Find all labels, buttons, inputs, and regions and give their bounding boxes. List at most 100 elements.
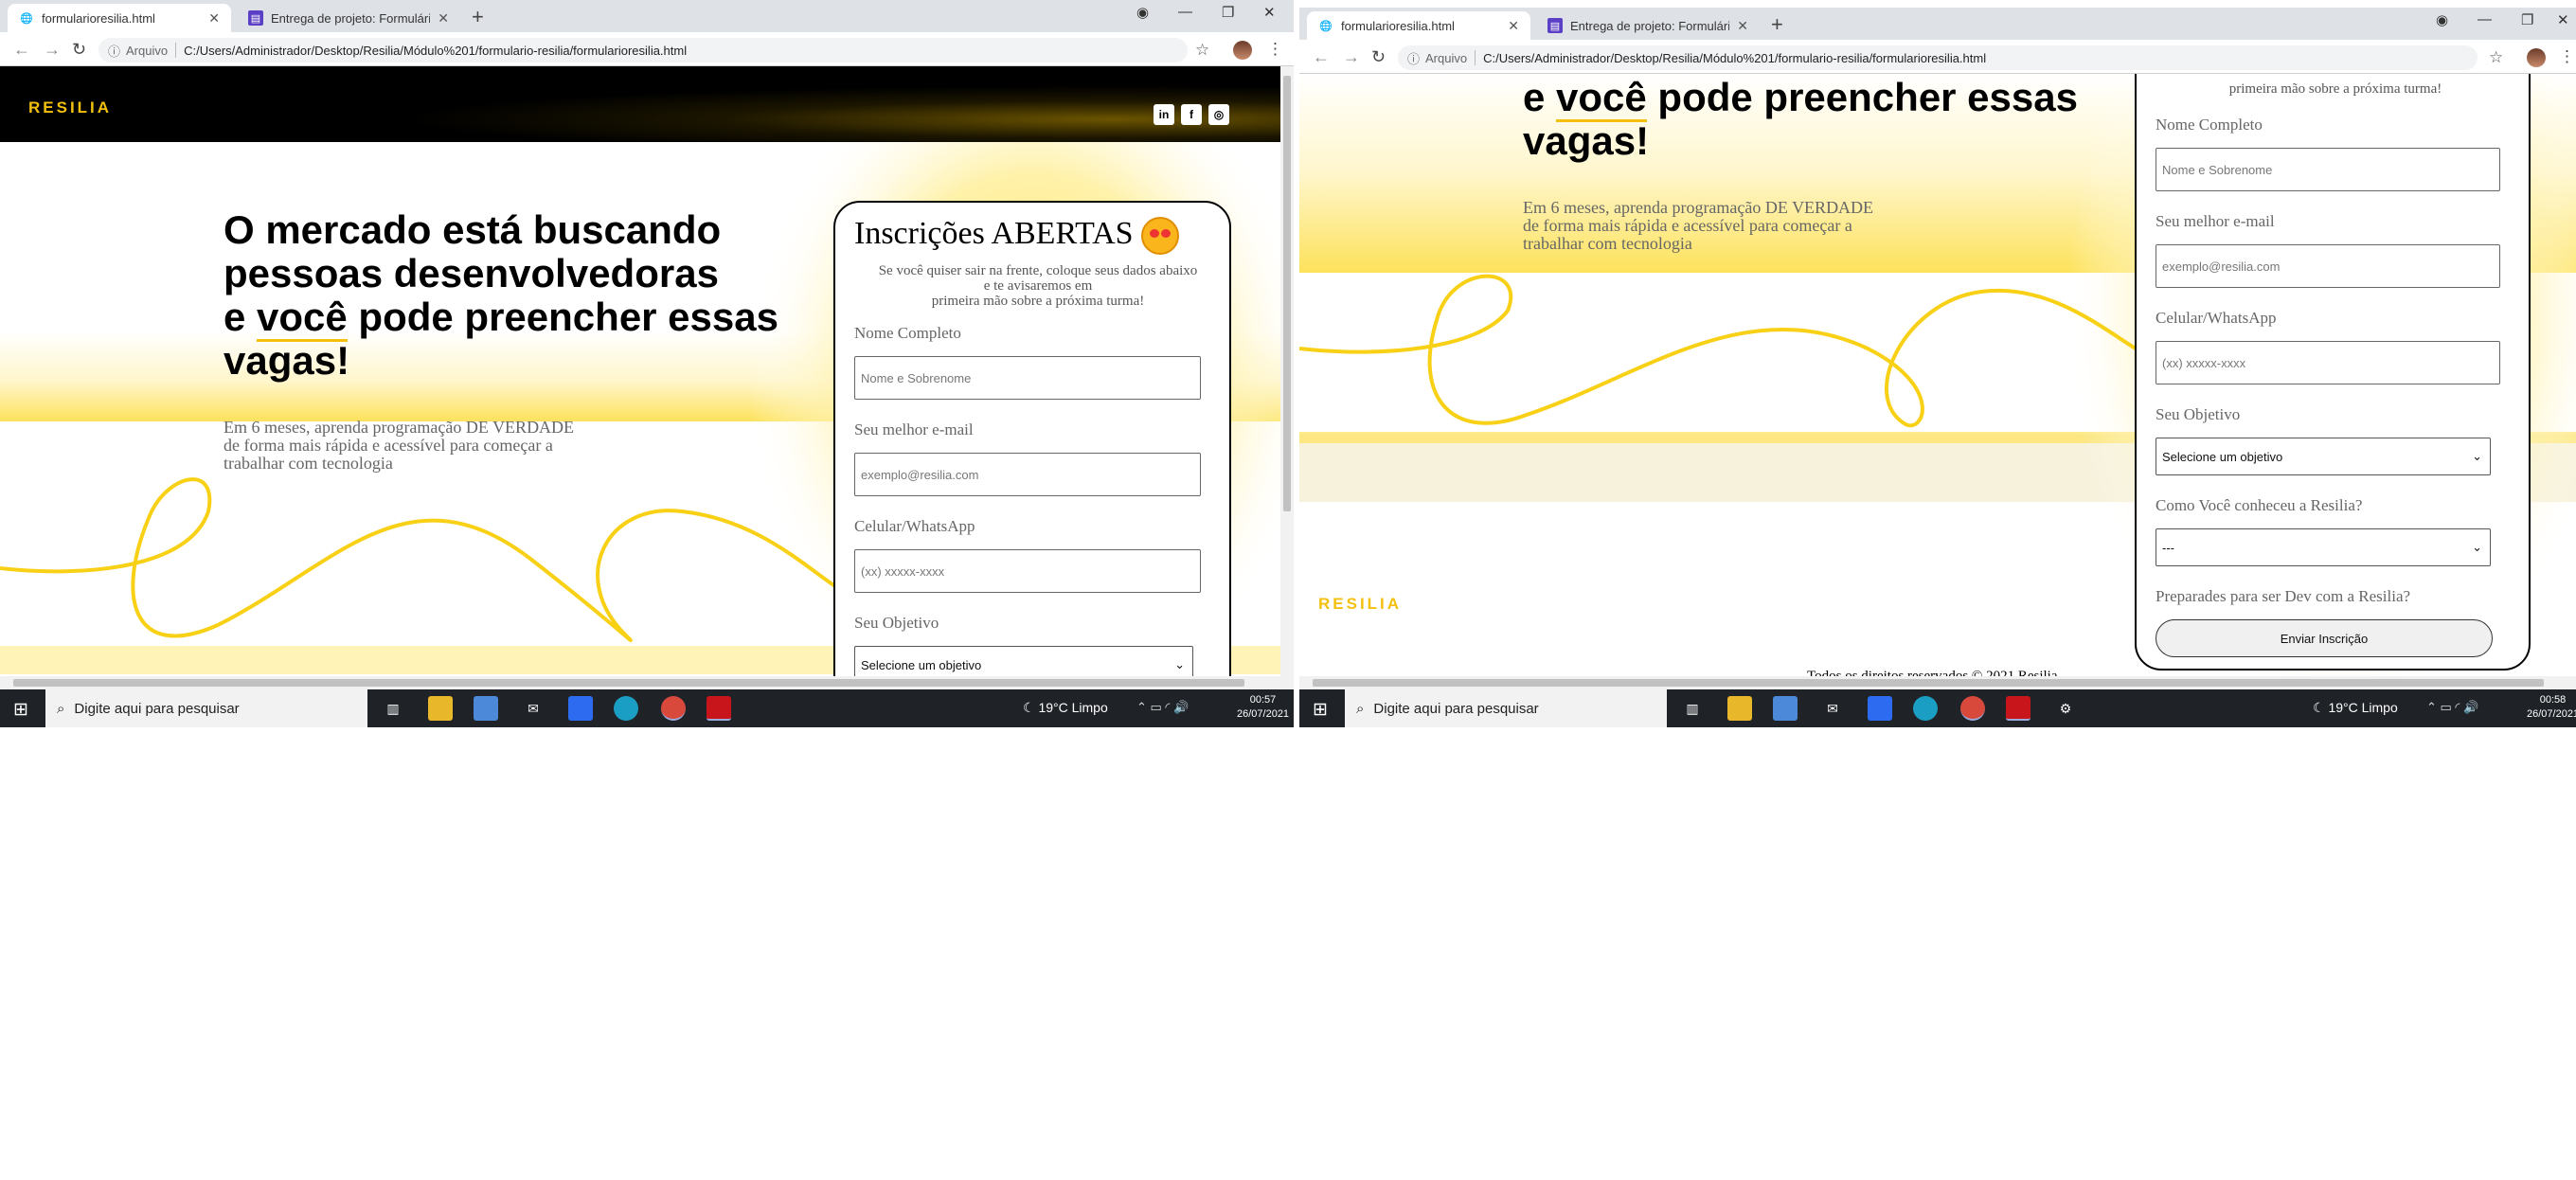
divider — [1475, 50, 1476, 65]
hero-fragment: pode preencher essas — [1646, 75, 2078, 119]
search-placeholder: Digite aqui para pesquisar — [74, 700, 240, 717]
store-icon[interactable] — [1773, 696, 1798, 721]
scroll-thumb[interactable] — [1313, 679, 2544, 687]
goal-label: Seu Objetivo — [2156, 405, 2241, 423]
profile-avatar[interactable] — [1233, 41, 1252, 60]
store-icon[interactable] — [474, 696, 498, 721]
taskbar-search[interactable]: ⌕ Digite aqui para pesquisar — [45, 689, 367, 727]
restore-icon[interactable]: ❐ — [1222, 4, 1234, 21]
source-select[interactable]: --- ⌄ — [2156, 528, 2491, 566]
menu-kebab-icon[interactable]: ⋮ — [1267, 40, 1283, 59]
zoom-icon[interactable] — [1868, 696, 1892, 721]
url-field[interactable]: ⓘ Arquivo C:/Users/Administrador/Desktop… — [98, 38, 1188, 63]
bookmark-star-icon[interactable]: ☆ — [2489, 48, 2503, 67]
clock[interactable]: 00:57 26/07/2021 — [1237, 693, 1289, 722]
phone-field[interactable]: (xx) xxxxx-xxxx — [854, 549, 1201, 593]
chrome-icon[interactable] — [1960, 696, 1985, 721]
windows-start-icon[interactable]: ⊞ — [1313, 699, 1328, 721]
weather-widget[interactable]: ☾ 19°C Limpo — [2313, 700, 2398, 716]
horizontal-scrollbar[interactable] — [0, 676, 1294, 689]
hero-fragment: pode preencher essas — [347, 295, 778, 339]
email-field[interactable]: exemplo@resilia.com — [2156, 244, 2500, 288]
footer-logo[interactable]: RESILIA — [1318, 595, 1402, 614]
chrome-icon[interactable] — [661, 696, 686, 721]
profile-avatar[interactable] — [2527, 48, 2546, 67]
gear-app-icon[interactable]: ⚙ — [2053, 696, 2078, 721]
task-view-icon[interactable]: ▥ — [1680, 696, 1705, 721]
info-icon[interactable]: ⓘ — [1407, 49, 1420, 67]
url-field[interactable]: ⓘ Arquivo C:/Users/Administrador/Desktop… — [1398, 45, 2478, 70]
subtitle-line: trabalhar com tecnologia — [1523, 234, 1692, 253]
tab-entrega-projeto[interactable]: ▤ Entrega de projeto: Formulário R ✕ — [1536, 11, 1760, 40]
instagram-icon[interactable]: ◎ — [1208, 104, 1229, 125]
reload-icon[interactable]: ↻ — [1371, 47, 1386, 67]
edge-icon[interactable] — [614, 696, 638, 721]
forward-icon[interactable]: → — [44, 40, 61, 60]
task-view-icon[interactable]: ▥ — [381, 696, 405, 721]
new-tab-icon[interactable]: + — [472, 5, 484, 29]
weather-widget[interactable]: ☾ 19°C Limpo — [1023, 700, 1108, 716]
close-tab-icon[interactable]: ✕ — [438, 10, 449, 27]
form-description: primeira mão sobre a próxima turma! — [2228, 81, 2442, 97]
reload-icon[interactable]: ↻ — [72, 40, 86, 60]
tab-strip: 🌐 formularioresilia.html ✕ ▤ Entrega de … — [1299, 8, 2576, 40]
edge-icon[interactable] — [1913, 696, 1938, 721]
back-icon[interactable]: ← — [1313, 47, 1330, 67]
acrobat-icon[interactable] — [2006, 696, 2030, 721]
menu-kebab-icon[interactable]: ⋮ — [2559, 47, 2575, 66]
phone-field[interactable]: (xx) xxxxx-xxxx — [2156, 341, 2500, 384]
form-title-text: Inscrições ABERTAS — [854, 216, 1134, 251]
yellow-swirl — [1299, 274, 2153, 428]
subtitle-line: Em 6 meses, aprenda programação DE VERDA… — [224, 418, 575, 437]
close-tab-icon[interactable]: ✕ — [1737, 18, 1748, 34]
desc-line: Se você quiser sair na frente, coloque s… — [878, 263, 1198, 278]
name-field[interactable]: Nome e Sobrenome — [2156, 148, 2500, 191]
linkedin-icon[interactable]: in — [1154, 104, 1174, 125]
tab-formularioresilia[interactable]: 🌐 formularioresilia.html ✕ — [8, 4, 231, 32]
tab-formularioresilia[interactable]: 🌐 formularioresilia.html ✕ — [1307, 11, 1530, 40]
vertical-scrollbar[interactable] — [1280, 66, 1294, 676]
horizontal-scrollbar[interactable] — [1299, 676, 2576, 689]
back-icon[interactable]: ← — [13, 40, 30, 60]
email-label: Seu melhor e-mail — [2156, 212, 2275, 230]
tab-entrega-projeto[interactable]: ▤ Entrega de projeto: Formulário R ✕ — [237, 4, 460, 32]
windows-start-icon[interactable]: ⊞ — [13, 699, 28, 721]
bookmark-star-icon[interactable]: ☆ — [1195, 41, 1209, 60]
scroll-thumb[interactable] — [13, 679, 1244, 687]
mail-icon[interactable]: ✉ — [1820, 696, 1845, 721]
facebook-icon[interactable]: f — [1181, 104, 1202, 125]
media-icon[interactable]: ◉ — [2436, 11, 2448, 28]
acrobat-icon[interactable] — [707, 696, 731, 721]
search-placeholder: Digite aqui para pesquisar — [1373, 700, 1539, 717]
clock-date: 26/07/2021 — [1237, 708, 1290, 720]
clock[interactable]: 00:58 26/07/2021 — [2527, 693, 2576, 722]
chevron-down-icon: ⌄ — [2472, 449, 2482, 463]
scroll-thumb[interactable] — [1283, 76, 1291, 511]
file-explorer-icon[interactable] — [1727, 696, 1752, 721]
restore-icon[interactable]: ❐ — [2521, 11, 2533, 28]
minimize-icon[interactable]: — — [2478, 11, 2492, 27]
close-tab-icon[interactable]: ✕ — [1508, 18, 1519, 34]
email-field[interactable]: exemplo@resilia.com — [854, 453, 1201, 496]
form-title: Inscrições ABERTAS — [854, 216, 1180, 256]
new-tab-icon[interactable]: + — [1771, 12, 1783, 37]
hero-subtitle: Em 6 meses, aprenda programação DE VERDA… — [224, 419, 640, 473]
logo[interactable]: RESILIA — [28, 98, 112, 117]
info-icon[interactable]: ⓘ — [108, 42, 120, 60]
system-tray-icons[interactable]: ⌃ ▭ ◜ 🔊 — [1136, 700, 1189, 715]
goal-select[interactable]: Selecione um objetivo ⌄ — [2156, 438, 2491, 475]
taskbar-search[interactable]: ⌕ Digite aqui para pesquisar — [1345, 689, 1667, 727]
browser-window-right: 🌐 formularioresilia.html ✕ ▤ Entrega de … — [1299, 8, 2576, 735]
close-tab-icon[interactable]: ✕ — [208, 10, 220, 27]
name-field[interactable]: Nome e Sobrenome — [854, 356, 1201, 400]
zoom-icon[interactable] — [568, 696, 593, 721]
mail-icon[interactable]: ✉ — [521, 696, 546, 721]
close-window-icon[interactable]: ✕ — [2557, 11, 2569, 28]
media-icon[interactable]: ◉ — [1136, 4, 1149, 21]
minimize-icon[interactable]: — — [1178, 4, 1192, 20]
file-explorer-icon[interactable] — [428, 696, 453, 721]
close-window-icon[interactable]: ✕ — [1263, 4, 1276, 21]
system-tray-icons[interactable]: ⌃ ▭ ◜ 🔊 — [2426, 700, 2478, 715]
submit-button[interactable]: Enviar Inscrição — [2156, 619, 2493, 657]
forward-icon[interactable]: → — [1343, 47, 1360, 67]
